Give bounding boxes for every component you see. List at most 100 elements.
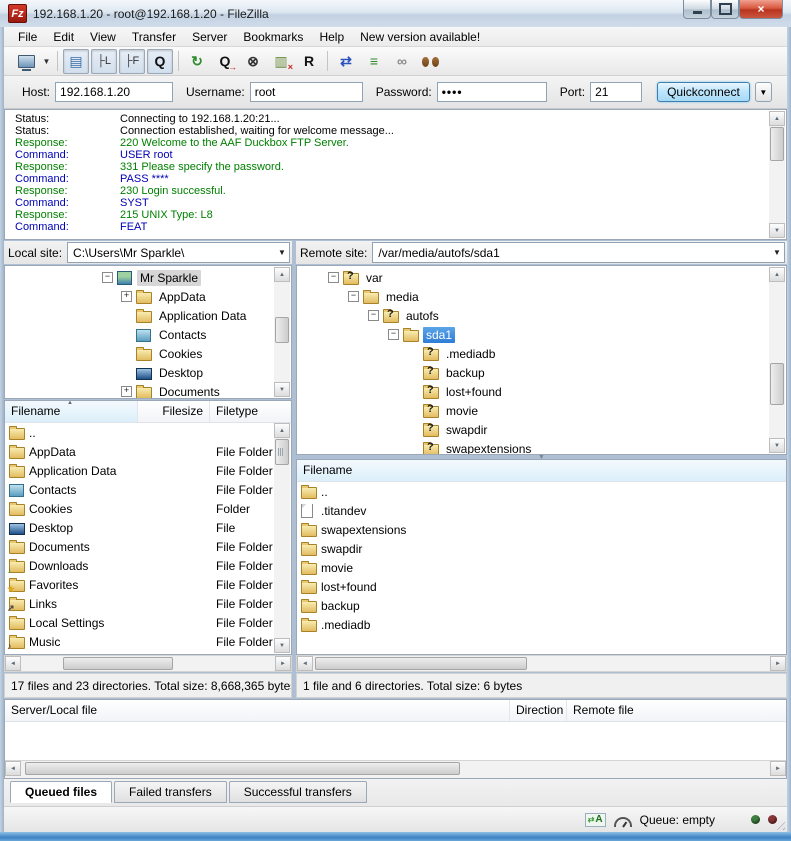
remote-site-combobox[interactable]: /var/media/autofs/sda1 ▼ (372, 242, 785, 263)
scroll-left-icon[interactable]: ◄ (297, 656, 313, 671)
column-header-filesize[interactable]: Filesize (138, 401, 210, 422)
file-row-contacts[interactable]: ContactsFile Folder (5, 480, 291, 499)
expand-icon[interactable]: + (121, 291, 132, 302)
chevron-down-icon[interactable]: ▼ (275, 248, 289, 257)
file-row-movie[interactable]: movie (297, 558, 786, 577)
scroll-down-icon[interactable]: ▼ (769, 223, 785, 238)
refresh-button[interactable]: ↻ (184, 49, 210, 74)
file-search-button[interactable] (417, 49, 443, 74)
tab-failed-transfers[interactable]: Failed transfers (114, 781, 227, 803)
file-row-backup[interactable]: backup (297, 596, 786, 615)
column-header-filename[interactable]: ▲ Filename (5, 401, 138, 422)
menu-view[interactable]: View (82, 28, 124, 46)
collapse-icon[interactable]: − (348, 291, 359, 302)
directory-filter-button[interactable]: ∞ (389, 49, 415, 74)
tree-item-mediadb[interactable]: ?.mediadb (297, 344, 786, 363)
menu-edit[interactable]: Edit (45, 28, 82, 46)
file-row-links[interactable]: ↗LinksFile Folder (5, 594, 291, 613)
speed-limits-icon[interactable] (614, 817, 632, 827)
tree-item-movie[interactable]: ?movie (297, 401, 786, 420)
quickconnect-button[interactable]: Quickconnect (657, 82, 750, 102)
file-row-item[interactable]: .. (297, 482, 786, 501)
scrollbar-thumb[interactable] (275, 317, 289, 343)
local-tree-scrollbar[interactable]: ▲ ▼ (274, 267, 290, 397)
local-list-scrollbar[interactable]: ▲ ▼ (274, 423, 290, 653)
column-header-filename[interactable]: Filename (297, 460, 786, 481)
scroll-up-icon[interactable]: ▲ (274, 423, 290, 438)
tree-item-desktop[interactable]: Desktop (5, 363, 291, 382)
scroll-up-icon[interactable]: ▲ (769, 267, 785, 282)
site-manager-button[interactable] (13, 49, 39, 74)
tree-item-sda1[interactable]: −sda1 (297, 325, 786, 344)
menu-new-version-available[interactable]: New version available! (352, 28, 488, 46)
tree-item-swapdir[interactable]: ?swapdir (297, 420, 786, 439)
collapse-icon[interactable]: − (328, 272, 339, 283)
file-row-desktop[interactable]: DesktopFile (5, 518, 291, 537)
transfer-type-icon[interactable]: A (585, 813, 606, 827)
file-row-application-data[interactable]: Application DataFile Folder (5, 461, 291, 480)
tree-item-autofs[interactable]: −?autofs (297, 306, 786, 325)
port-input[interactable] (590, 82, 642, 102)
scrollbar-thumb[interactable] (25, 762, 460, 775)
collapse-icon[interactable]: − (388, 329, 399, 340)
cancel-button[interactable]: ⊗ (240, 49, 266, 74)
column-header-filetype[interactable]: Filetype (210, 401, 291, 422)
message-log-scrollbar[interactable]: ▲ ▼ (769, 111, 785, 238)
menu-transfer[interactable]: Transfer (124, 28, 184, 46)
host-input[interactable] (55, 82, 173, 102)
scrollbar-thumb[interactable] (770, 127, 784, 161)
scroll-right-icon[interactable]: ► (770, 656, 786, 671)
file-row-swapdir[interactable]: swapdir (297, 539, 786, 558)
remote-tree-scrollbar[interactable]: ▲ ▼ (769, 267, 785, 453)
file-row-item[interactable]: .. (5, 423, 291, 442)
file-row-cookies[interactable]: CookiesFolder (5, 499, 291, 518)
queue-hscrollbar[interactable]: ◄ ► (5, 760, 786, 778)
message-log-toggle[interactable]: ▤ (63, 49, 89, 74)
tree-item-media[interactable]: −media (297, 287, 786, 306)
scroll-left-icon[interactable]: ◄ (5, 761, 21, 776)
column-header-server-local-file[interactable]: Server/Local file (5, 700, 510, 721)
close-button[interactable]: × (739, 0, 783, 19)
scroll-down-icon[interactable]: ▼ (769, 438, 785, 453)
local-site-combobox[interactable]: C:\Users\Mr Sparkle\ ▼ (67, 242, 290, 263)
scroll-up-icon[interactable]: ▲ (769, 111, 785, 126)
scrollbar-thumb[interactable] (63, 657, 173, 670)
tree-item-appdata[interactable]: +AppData (5, 287, 291, 306)
tree-item-documents[interactable]: +Documents (5, 382, 291, 399)
scroll-up-icon[interactable]: ▲ (274, 267, 290, 282)
file-row-music[interactable]: ♪MusicFile Folder (5, 632, 291, 651)
file-row-documents[interactable]: DocumentsFile Folder (5, 537, 291, 556)
file-row-favorites[interactable]: ★FavoritesFile Folder (5, 575, 291, 594)
file-row-downloads[interactable]: ↓DownloadsFile Folder (5, 556, 291, 575)
tree-item-lost-found[interactable]: ?lost+found (297, 382, 786, 401)
menu-server[interactable]: Server (184, 28, 235, 46)
reconnect-button[interactable]: R (296, 49, 322, 74)
password-input[interactable] (437, 82, 547, 102)
column-header-direction[interactable]: Direction (510, 700, 567, 721)
directory-comparison-button[interactable]: ⇄ (333, 49, 359, 74)
tree-item-contacts[interactable]: Contacts (5, 325, 291, 344)
remote-treeview-toggle[interactable]: ├F (119, 49, 145, 74)
disconnect-button[interactable]: ▥× (268, 49, 294, 74)
quickconnect-dropdown[interactable]: ▼ (755, 82, 772, 102)
scrollbar-thumb[interactable] (275, 439, 289, 465)
tree-item-cookies[interactable]: Cookies (5, 344, 291, 363)
tree-item-application-data[interactable]: Application Data (5, 306, 291, 325)
file-row-swapextensions[interactable]: swapextensions (297, 520, 786, 539)
process-queue-button[interactable]: Q→ (212, 49, 238, 74)
local-treeview-toggle[interactable]: ├L (91, 49, 117, 74)
chevron-down-icon[interactable]: ▼ (770, 248, 784, 257)
menu-bookmarks[interactable]: Bookmarks (235, 28, 311, 46)
file-row-titandev[interactable]: .titandev (297, 501, 786, 520)
maximize-button[interactable] (711, 0, 739, 19)
site-manager-dropdown[interactable]: ▼ (40, 50, 53, 73)
file-row-local-settings[interactable]: Local SettingsFile Folder (5, 613, 291, 632)
expand-icon[interactable]: + (121, 386, 132, 397)
scrollbar-thumb[interactable] (315, 657, 527, 670)
file-row-appdata[interactable]: AppDataFile Folder (5, 442, 291, 461)
remote-list-hscrollbar[interactable]: ◄ ► (296, 655, 787, 672)
tree-item-mr-sparkle[interactable]: −Mr Sparkle (5, 268, 291, 287)
scroll-right-icon[interactable]: ► (770, 761, 786, 776)
synchronized-browsing-button[interactable]: ≡ (361, 49, 387, 74)
file-row-lost-found[interactable]: lost+found (297, 577, 786, 596)
